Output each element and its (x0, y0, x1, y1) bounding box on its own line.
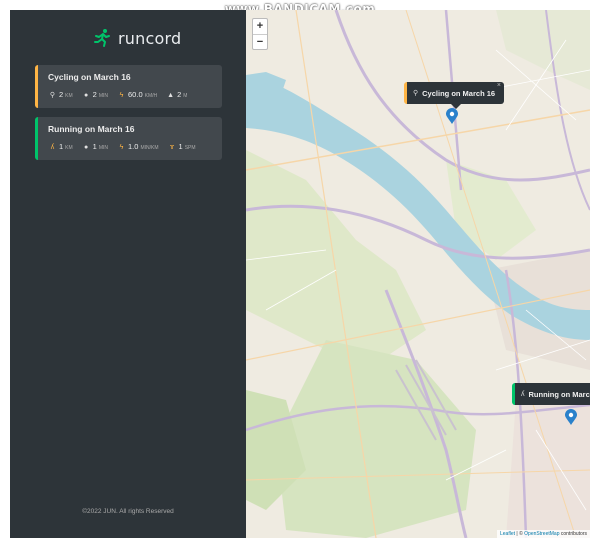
workout-elevation: ▲ 2 M (166, 90, 187, 99)
detail-unit: MIN (98, 145, 109, 151)
zoom-control: + − (252, 18, 268, 50)
detail-value: 1 (178, 142, 183, 151)
workout-item-running[interactable]: Running on March 16 ʎ 1 KM ● 1 MIN ϟ 1.0… (35, 117, 222, 160)
leaflet-link[interactable]: Leaflet (500, 531, 515, 537)
map-marker-cycling[interactable] (446, 108, 458, 124)
detail-unit: KM (65, 145, 73, 151)
footprint-icon: ɤ (169, 144, 175, 151)
app-name: runcord (118, 28, 182, 48)
mountain-icon: ▲ (167, 92, 175, 99)
zoom-in-button[interactable]: + (253, 19, 267, 34)
map[interactable]: + − ⚲ Cycling on March 16 × ʎ Running on… (246, 10, 590, 538)
map-popup-running[interactable]: ʎ Running on March (512, 383, 590, 405)
workout-distance: ʎ 1 KM (48, 142, 73, 151)
detail-unit: MIN (98, 93, 109, 99)
detail-value: 60.0 (128, 90, 143, 99)
workout-title: Cycling on March 16 (48, 72, 131, 82)
lightning-icon: ϟ (119, 92, 124, 99)
detail-value: 1.0 (128, 142, 139, 151)
map-popup-cycling[interactable]: ⚲ Cycling on March 16 × (404, 82, 504, 109)
detail-value: 2 (177, 90, 182, 99)
workout-speed: ϟ 60.0 KM/H (117, 90, 157, 99)
cycling-icon: ⚲ (413, 90, 419, 97)
attribution-separator: | © (515, 531, 525, 537)
workout-cadence: ɤ 1 SPM (168, 142, 196, 151)
logo: runcord (92, 28, 181, 48)
runner-logo-icon (94, 29, 110, 47)
detail-value: 1 (59, 142, 64, 151)
popup-text: Running on March (528, 389, 591, 399)
attribution-suffix: contributors (559, 531, 587, 537)
popup-text: Cycling on March 16 (422, 88, 496, 98)
osm-link[interactable]: OpenStreetMap (524, 531, 559, 537)
zoom-out-button[interactable]: − (253, 34, 267, 49)
workout-item-cycling[interactable]: Cycling on March 16 ⚲ 2 KM ● 2 MIN ϟ 60.… (35, 65, 222, 108)
stopwatch-icon: ● (84, 92, 89, 99)
close-icon[interactable]: × (497, 82, 501, 89)
workout-title: Running on March 16 (48, 124, 135, 134)
workout-duration: ● 1 MIN (82, 142, 108, 151)
detail-unit: SPM (184, 145, 196, 151)
running-icon: ʎ (521, 390, 525, 398)
workout-distance: ⚲ 2 KM (48, 90, 73, 99)
workout-details: ⚲ 2 KM ● 2 MIN ϟ 60.0 KM/H ▲ 2 M (48, 90, 222, 99)
map-marker-running[interactable] (565, 409, 577, 425)
app-window: runcord Cycling on March 16 ⚲ 2 KM ● 2 M… (10, 10, 590, 538)
running-icon: ʎ (50, 144, 55, 151)
detail-value: 2 (92, 90, 97, 99)
workout-pace: ϟ 1.0 MIN/KM (117, 142, 159, 151)
workout-details: ʎ 1 KM ● 1 MIN ϟ 1.0 MIN/KM ɤ 1 SPM (48, 142, 222, 151)
stopwatch-icon: ● (84, 144, 89, 151)
detail-value: 1 (92, 142, 97, 151)
sidebar: runcord Cycling on March 16 ⚲ 2 KM ● 2 M… (10, 10, 246, 538)
detail-value: 2 (59, 90, 64, 99)
cycling-icon: ⚲ (49, 92, 56, 99)
map-attribution: Leaflet | © OpenStreetMap contributors (497, 530, 590, 538)
detail-unit: KM/H (144, 93, 158, 99)
lightning-icon: ϟ (119, 144, 124, 151)
detail-unit: KM (65, 93, 73, 99)
detail-unit: MIN/KM (140, 145, 159, 151)
workout-duration: ● 2 MIN (82, 90, 108, 99)
copyright: ©2022 JUN. All rights Reserved (82, 508, 174, 515)
detail-unit: M (183, 93, 188, 99)
